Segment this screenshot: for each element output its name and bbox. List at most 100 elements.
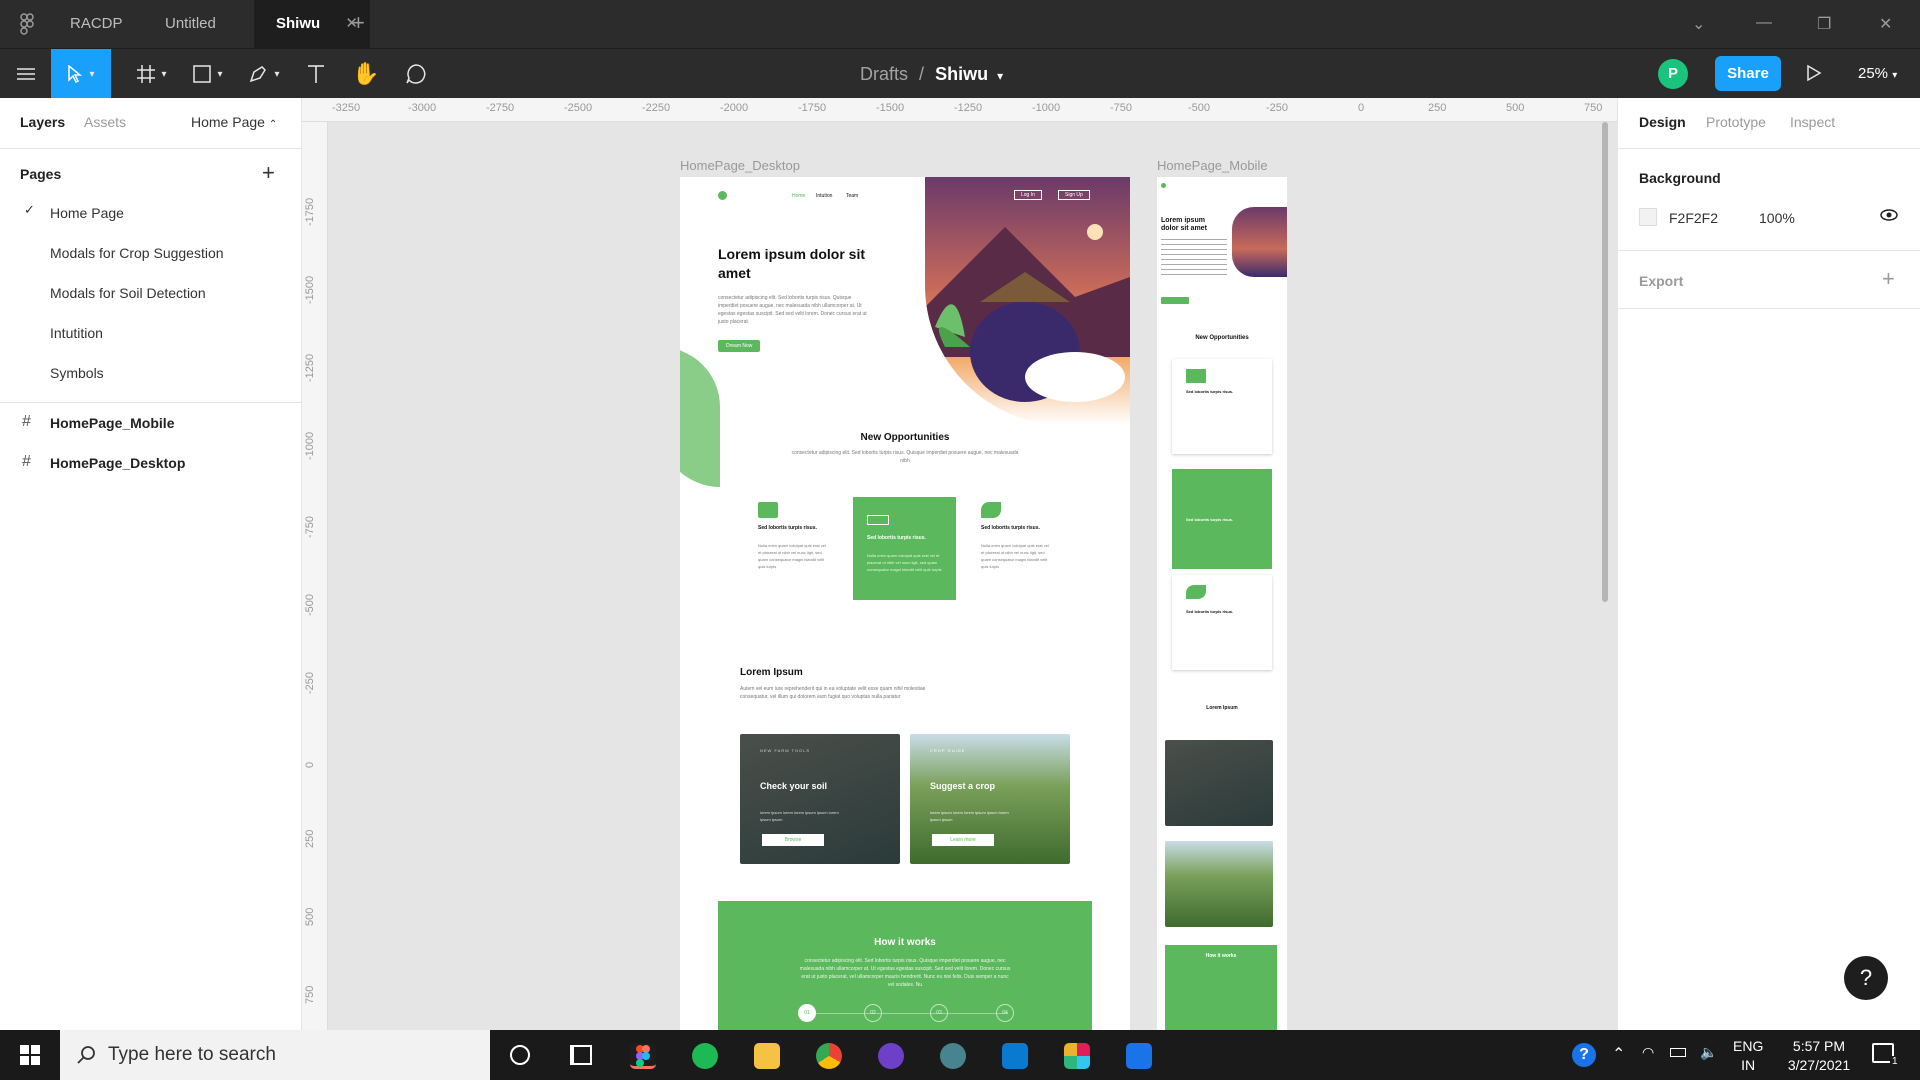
share-button[interactable]: Share [1715, 56, 1781, 91]
pen-tool-button[interactable]: ▾ [236, 49, 292, 99]
soil-card[interactable]: NEW FARM TOOLS Check your soil lorem ips… [740, 734, 900, 864]
file-explorer-icon[interactable] [754, 1043, 780, 1069]
ruler-label: -1250 [954, 102, 983, 114]
calendar-icon[interactable] [1126, 1043, 1152, 1069]
brand-logo-icon [1161, 183, 1166, 188]
add-page-icon[interactable]: + [262, 160, 275, 186]
background-opacity-input[interactable]: 100% [1759, 210, 1795, 226]
chrome-icon[interactable] [816, 1043, 842, 1069]
background-color-input[interactable]: F2F2F2 [1669, 210, 1718, 226]
lorem-ipsum-title: Lorem Ipsum [740, 667, 803, 678]
layer-homepage-mobile[interactable]: HomePage_Mobile [50, 415, 174, 431]
hero-cta-button[interactable]: Dream Now [718, 340, 761, 352]
chevron-down-icon[interactable]: ⌄ [1692, 14, 1705, 34]
close-window-icon[interactable]: ✕ [1879, 14, 1892, 34]
main-menu-icon[interactable] [8, 49, 44, 99]
slack-icon[interactable] [1064, 1043, 1090, 1069]
vscode-icon[interactable] [1002, 1043, 1028, 1069]
breadcrumb-drafts[interactable]: Drafts [860, 64, 908, 84]
comment-tool-button[interactable] [388, 49, 444, 99]
page-symbols[interactable]: Symbols [50, 365, 104, 381]
mobile-soil-card[interactable] [1165, 740, 1273, 826]
signup-button[interactable]: Sign Up [1058, 190, 1090, 200]
zoom-menu[interactable]: 25% ▾ [1858, 49, 1897, 99]
tab-layers[interactable]: Layers [20, 114, 65, 130]
new-tab-button[interactable]: + [352, 10, 365, 36]
tab-untitled[interactable]: Untitled [143, 0, 238, 48]
nav-link[interactable]: Team [846, 193, 858, 199]
add-export-icon[interactable]: + [1882, 266, 1895, 292]
frame-tool-button[interactable]: ▾ [124, 49, 180, 99]
page-crop-modals[interactable]: Modals for Crop Suggestion [50, 245, 224, 261]
browse-button[interactable]: Browse [762, 834, 824, 846]
mobile-frame[interactable]: Lorem ipsum dolor sit amet New Opportuni… [1157, 177, 1287, 1030]
battery-icon[interactable] [1670, 1048, 1686, 1057]
ruler-label: -1750 [798, 102, 827, 114]
restore-icon[interactable]: ❐ [1817, 14, 1831, 34]
figma-app-icon[interactable] [630, 1043, 656, 1069]
mobile-cta-button[interactable] [1161, 297, 1189, 304]
page-home[interactable]: Home Page [50, 205, 124, 221]
mobile-crop-card[interactable] [1165, 841, 1273, 927]
figma-logo-icon[interactable] [20, 13, 34, 39]
spotify-icon[interactable] [692, 1043, 718, 1069]
move-tool-button[interactable]: ▾ [51, 49, 111, 99]
tab-assets[interactable]: Assets [84, 114, 126, 130]
search-box[interactable]: Type here to search [60, 1030, 490, 1080]
github-desktop-icon[interactable] [878, 1043, 904, 1069]
shape-tool-button[interactable]: ▾ [180, 49, 236, 99]
tab-racdp[interactable]: RACDP [48, 0, 145, 48]
chevron-up-icon[interactable]: ⌃ [1612, 1044, 1625, 1064]
login-button[interactable]: Log In [1014, 190, 1042, 200]
desktop-frame[interactable]: Home Intution Team Log In Sign Up Lorem … [680, 177, 1130, 1030]
nav-link[interactable]: Home [792, 193, 805, 199]
feature-card[interactable]: Sed lobortis turpis risus. Nulla enim qu… [750, 497, 838, 587]
canvas-scrollbar[interactable] [1602, 122, 1608, 602]
minimize-icon[interactable]: — [1756, 14, 1772, 32]
hand-tool-button[interactable]: ✋ [338, 49, 394, 99]
mobile-feature-card-highlighted[interactable]: Sed lobortis turpis risus. [1172, 469, 1272, 569]
avatar[interactable]: P [1658, 59, 1688, 89]
chevron-down-icon[interactable]: ▾ [997, 69, 1003, 83]
layer-homepage-desktop[interactable]: HomePage_Desktop [50, 455, 185, 471]
file-name[interactable]: Shiwu [935, 64, 988, 84]
speaker-muted-icon[interactable]: 🔈 [1700, 1044, 1717, 1061]
crop-card[interactable]: CROP GUIDE Suggest a crop lorem ipsum lo… [910, 734, 1070, 864]
help-button[interactable]: ? [1844, 956, 1888, 1000]
mobile-frame-label[interactable]: HomePage_Mobile [1157, 158, 1268, 173]
feature-card[interactable]: Sed lobortis turpis risus. Nulla enim qu… [973, 497, 1061, 587]
cortana-icon[interactable] [510, 1045, 530, 1065]
page-switcher[interactable]: Home Page ⌃ [191, 114, 277, 130]
wifi-icon[interactable]: ◠ [1642, 1044, 1654, 1061]
feature-card-highlighted[interactable]: Sed lobortis turpis risus. Nulla enim qu… [853, 497, 956, 600]
page-intutition[interactable]: Intutition [50, 325, 103, 341]
windows-start-icon[interactable] [20, 1045, 40, 1070]
atom-icon[interactable] [940, 1043, 966, 1069]
export-heading: Export [1639, 273, 1684, 289]
mobile-feature-card[interactable]: Sed lobortis turpis risus. [1172, 575, 1272, 670]
language-indicator[interactable]: ENG IN [1733, 1037, 1763, 1075]
tab-prototype[interactable]: Prototype [1706, 114, 1766, 130]
color-swatch[interactable] [1639, 208, 1657, 226]
nav-link[interactable]: Intution [816, 193, 832, 199]
tab-inspect[interactable]: Inspect [1790, 114, 1835, 130]
text-tool-button[interactable] [288, 49, 344, 99]
help-tray-icon[interactable]: ? [1572, 1043, 1596, 1067]
clock[interactable]: 5:57 PM 3/27/2021 [1775, 1037, 1863, 1075]
step-1[interactable]: 01 [798, 1004, 816, 1022]
learn-more-button[interactable]: Learn more [932, 834, 994, 846]
ruler-label: -1500 [304, 275, 316, 304]
step-3[interactable]: 03 [930, 1004, 948, 1022]
step-4[interactable]: 04 [996, 1004, 1014, 1022]
canvas[interactable]: -3250 -3000 -2750 -2500 -2250 -2000 -175… [302, 98, 1617, 1030]
ruler-label: -500 [304, 593, 316, 616]
desktop-frame-label[interactable]: HomePage_Desktop [680, 158, 800, 173]
task-view-icon[interactable] [570, 1045, 592, 1065]
eye-icon[interactable] [1880, 208, 1898, 225]
present-button[interactable] [1806, 64, 1822, 87]
mobile-feature-card[interactable]: Sed lobortis turpis risus. [1172, 359, 1272, 454]
notification-count: 1 [1890, 1056, 1900, 1067]
tab-design[interactable]: Design [1639, 114, 1686, 130]
page-soil-modals[interactable]: Modals for Soil Detection [50, 285, 206, 301]
step-2[interactable]: 02 [864, 1004, 882, 1022]
